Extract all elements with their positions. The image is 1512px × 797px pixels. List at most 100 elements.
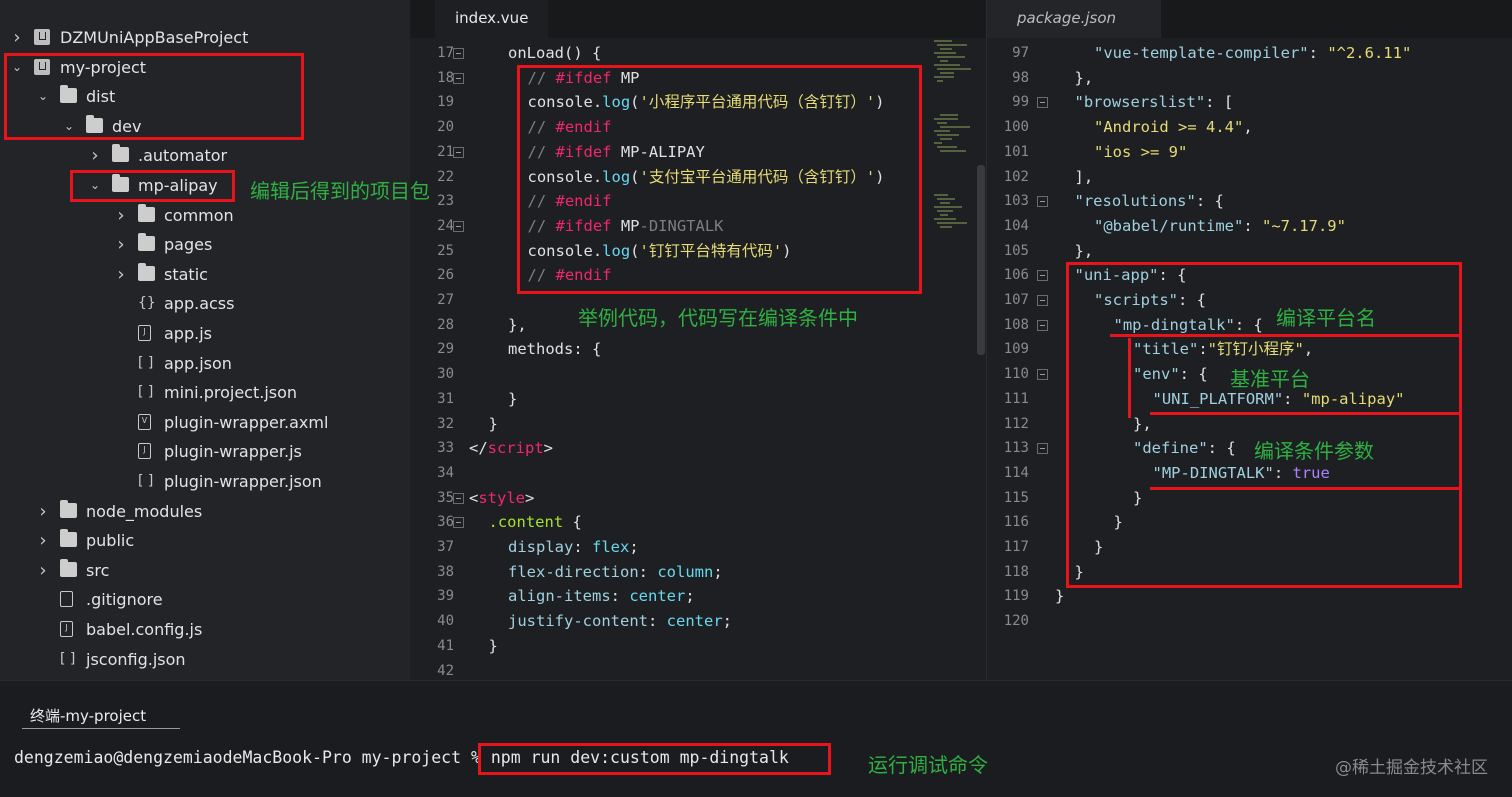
tree-item-app-acss[interactable]: {} app.acss	[0, 289, 410, 318]
code-line[interactable]: 42	[410, 659, 930, 681]
terminal-tab[interactable]: 终端-my-project	[22, 703, 180, 729]
vertical-scrollbar[interactable]	[977, 165, 985, 355]
code-token: "vue-template-compiler"	[1094, 44, 1309, 62]
code-line[interactable]: 40 justify-content: center;	[410, 609, 930, 634]
chevron-right-icon[interactable]: ›	[90, 141, 100, 170]
tree-item-label: plugin-wrapper.js	[164, 442, 302, 462]
tree-item-plugin-wrapper-json[interactable]: [ ] plugin-wrapper.json	[0, 467, 410, 496]
code-line[interactable]: 33 </script>	[410, 436, 930, 461]
code-line[interactable]: 120	[987, 609, 1507, 634]
annotation-project-package: 编辑后得到的项目包	[250, 179, 430, 203]
code-token: () {	[564, 44, 602, 62]
minimap[interactable]	[934, 40, 978, 350]
tree-item-dzmuniappbaseproject[interactable]: › DZMUniAppBaseProject	[0, 23, 410, 52]
code-line[interactable]: 100 "Android >= 4.4",	[987, 115, 1507, 140]
code-line[interactable]: 104 "@babel/runtime": "~7.17.9"	[987, 214, 1507, 239]
line-number: 115	[1003, 489, 1029, 506]
chevron-right-icon[interactable]: ›	[116, 201, 126, 230]
code-line[interactable]: 119}	[987, 584, 1507, 609]
fold-toggle-icon[interactable]	[453, 517, 464, 529]
code-line[interactable]: 34	[410, 461, 930, 486]
tree-item-label: babel.config.js	[86, 620, 203, 639]
highlight-mp-alipay	[70, 170, 235, 202]
braces-icon: {}	[138, 295, 156, 312]
code-line[interactable]: 98},	[987, 66, 1507, 91]
minimap-line	[937, 44, 967, 46]
code-line[interactable]: 103 "resolutions": {	[987, 189, 1507, 214]
chevron-right-icon[interactable]: ›	[38, 556, 48, 585]
fold-toggle-icon[interactable]	[453, 492, 464, 504]
code-line[interactable]: 39 align-items: center;	[410, 584, 930, 609]
tree-item-node-modules[interactable]: › node_modules	[0, 497, 410, 526]
tree-item-babel-config-js[interactable]: Jbabel.config.js	[0, 615, 410, 644]
code-line[interactable]: 105},	[987, 239, 1507, 264]
code-line[interactable]: 99 "browserslist": [	[987, 90, 1507, 115]
code-token: "^2.6.11"	[1327, 44, 1412, 62]
chevron-right-icon[interactable]: ›	[116, 230, 126, 259]
tree-item-public[interactable]: › public	[0, 526, 410, 555]
terminal-panel[interactable]: 终端-my-project dengzemiao@dengzemiaodeMac…	[0, 680, 1512, 797]
code-token: "resolutions"	[1074, 192, 1196, 211]
fold-toggle-icon[interactable]	[453, 48, 464, 59]
code-line[interactable]: 101 "ios >= 9"	[987, 140, 1507, 165]
underline-uni-platform	[1150, 412, 1460, 415]
code-line[interactable]: 36 .content {	[410, 510, 930, 535]
tree-item-common[interactable]: › common	[0, 201, 410, 230]
code-line[interactable]: 32}	[410, 412, 930, 437]
code-token: ;	[629, 538, 639, 556]
minimap-line	[940, 138, 952, 140]
tree-item-mini-project-json[interactable]: [ ] mini.project.json	[0, 378, 410, 407]
code-text: display: flex;	[508, 535, 639, 560]
tree-item-app-js[interactable]: Japp.js	[0, 319, 410, 348]
line-number: 31	[437, 390, 454, 407]
tree-item-src[interactable]: › src	[0, 556, 410, 585]
tab-index-vue[interactable]: index.vue	[435, 0, 549, 38]
fold-toggle-icon[interactable]	[1037, 97, 1048, 109]
code-line[interactable]: 29 methods: {	[410, 337, 930, 362]
tree-item-label: node_modules	[86, 501, 203, 521]
tab-package-json[interactable]: package.json	[987, 0, 1161, 38]
fold-toggle-icon[interactable]	[453, 72, 464, 84]
terminal-prompt: dengzemiao@dengzemiaodeMacBook-Pro my-pr…	[14, 748, 491, 767]
code-text: }	[1055, 584, 1064, 609]
code-line[interactable]: 38 flex-direction: column;	[410, 560, 930, 585]
tree-item-plugin-wrapper-js[interactable]: Jplugin-wrapper.js	[0, 437, 410, 466]
tree-item-plugin-wrapper-axml[interactable]: Vplugin-wrapper.axml	[0, 408, 410, 437]
tree-item-jsconfig-json[interactable]: [ ] jsconfig.json	[0, 645, 410, 674]
code-line[interactable]: 31}	[410, 387, 930, 412]
tree-item-label: plugin-wrapper.json	[164, 472, 322, 491]
tree-item-static[interactable]: › static	[0, 260, 410, 289]
brackets-icon: [ ]	[138, 354, 154, 371]
tree-item-pages[interactable]: › pages	[0, 230, 410, 259]
code-token: center	[629, 587, 686, 606]
code-line[interactable]: 97 "vue-template-compiler": "^2.6.11"	[987, 41, 1507, 66]
code-token: >	[543, 439, 554, 458]
line-number: 108	[1003, 316, 1029, 333]
code-token: :	[573, 538, 592, 556]
fold-toggle-icon[interactable]	[1037, 270, 1048, 282]
fold-toggle-icon[interactable]	[1037, 443, 1048, 455]
chevron-right-icon[interactable]: ›	[38, 497, 48, 526]
fold-toggle-icon[interactable]	[453, 220, 464, 232]
code-line[interactable]: 17 onLoad() {	[410, 41, 930, 66]
chevron-right-icon[interactable]: ›	[38, 526, 48, 555]
tree-item-automator[interactable]: › .automator	[0, 141, 410, 170]
code-token: :	[1308, 44, 1328, 62]
line-number: 32	[437, 415, 454, 432]
code-line[interactable]: 30	[410, 362, 930, 387]
fold-toggle-icon[interactable]	[1037, 319, 1048, 331]
fold-toggle-icon[interactable]	[1037, 196, 1048, 208]
tree-item-app-json[interactable]: [ ] app.json	[0, 349, 410, 378]
fold-toggle-icon[interactable]	[1037, 369, 1048, 381]
code-line[interactable]: 41}	[410, 634, 930, 659]
code-line[interactable]: 37 display: flex;	[410, 535, 930, 560]
chevron-right-icon[interactable]: ›	[116, 260, 126, 289]
chevron-right-icon[interactable]: ›	[12, 23, 22, 52]
minimap-line	[937, 222, 967, 224]
code-line[interactable]: 35 <style>	[410, 486, 930, 511]
minimap-line	[937, 210, 953, 212]
fold-toggle-icon[interactable]	[1037, 295, 1048, 306]
fold-toggle-icon[interactable]	[453, 146, 464, 158]
code-line[interactable]: 102],	[987, 165, 1507, 190]
tree-item-gitignore[interactable]: .gitignore	[0, 585, 410, 614]
